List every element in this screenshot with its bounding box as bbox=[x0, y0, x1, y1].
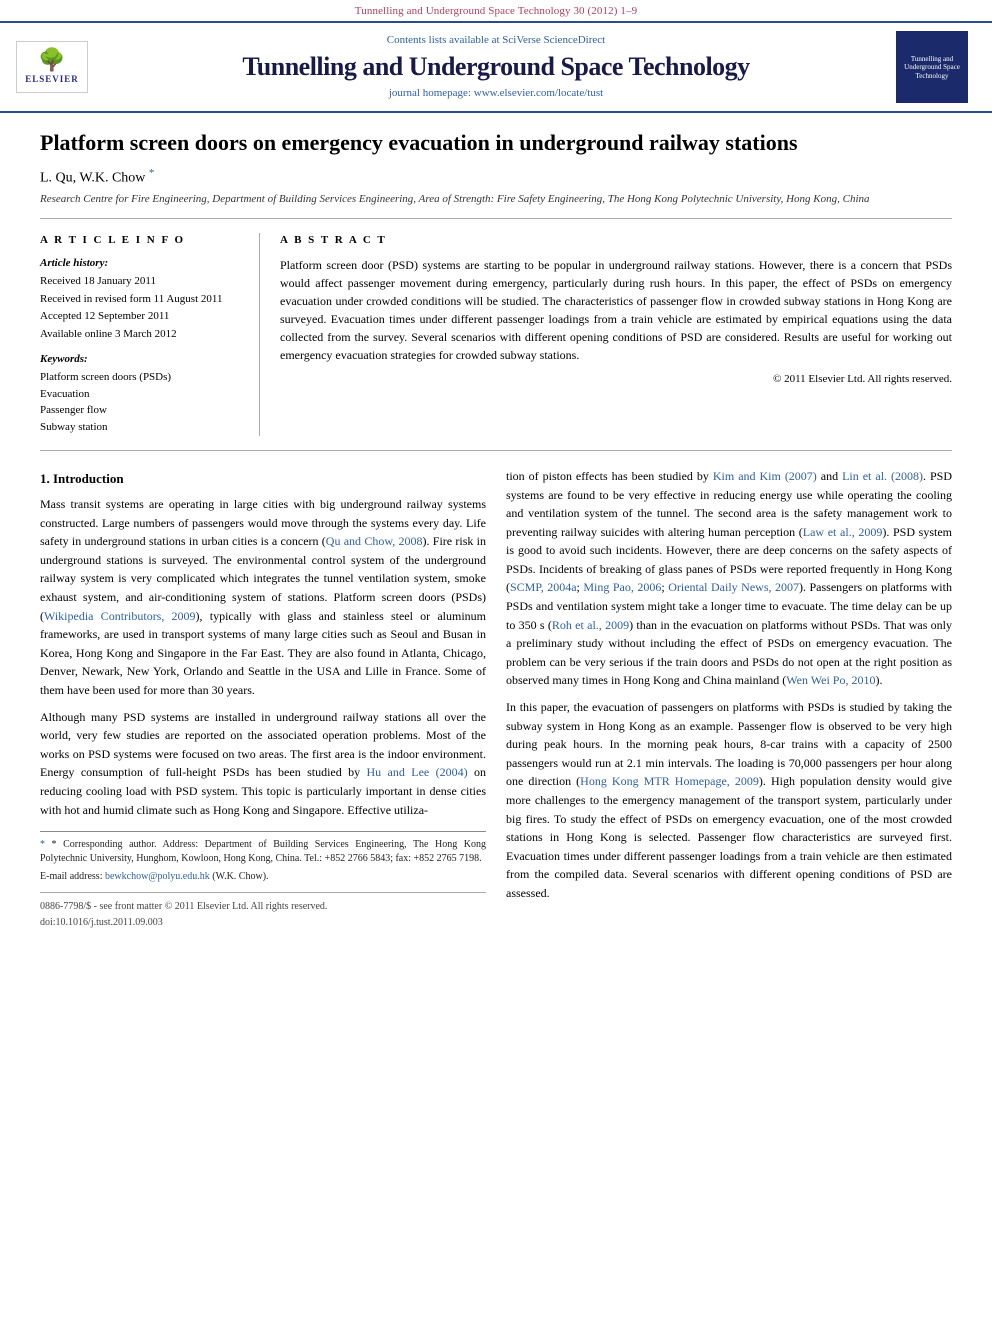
sciverse-link[interactable]: SciVerse ScienceDirect bbox=[502, 34, 605, 46]
abstract-text: Platform screen door (PSD) systems are s… bbox=[280, 256, 952, 364]
article-title: Platform screen doors on emergency evacu… bbox=[40, 129, 952, 158]
footnote-email-link[interactable]: bewkchow@polyu.edu.hk bbox=[105, 871, 210, 882]
section1-para2: Although many PSD systems are installed … bbox=[40, 708, 486, 820]
ref-scmp-2004[interactable]: SCMP, 2004a bbox=[510, 580, 577, 594]
footnote-star: * * Corresponding author. Address: Depar… bbox=[40, 838, 486, 866]
authors-line: L. Qu, W.K. Chow * bbox=[40, 166, 952, 188]
info-abstract-section: A R T I C L E I N F O Article history: R… bbox=[40, 233, 952, 451]
journal-title: Tunnelling and Underground Space Technol… bbox=[108, 51, 884, 82]
authors-text: L. Qu, W.K. Chow bbox=[40, 171, 145, 186]
ref-law-2009[interactable]: Law et al., 2009 bbox=[803, 525, 883, 539]
ref-hu-lee-2004[interactable]: Hu and Lee (2004) bbox=[367, 765, 468, 779]
journal-cover-image: Tunnelling and Underground Space Technol… bbox=[896, 31, 968, 103]
issn-line: 0886-7798/$ - see front matter © 2011 El… bbox=[40, 899, 486, 915]
journal-homepage: journal homepage: www.elsevier.com/locat… bbox=[108, 86, 884, 101]
article-info-panel: A R T I C L E I N F O Article history: R… bbox=[40, 233, 260, 436]
keywords-section: Keywords: Platform screen doors (PSDs) E… bbox=[40, 352, 245, 435]
article-info-heading: A R T I C L E I N F O bbox=[40, 233, 245, 248]
keyword-3: Passenger flow bbox=[40, 403, 245, 418]
date-received: Received 18 January 2011 bbox=[40, 274, 245, 289]
ref-hkmtr-2009[interactable]: Hong Kong MTR Homepage, 2009 bbox=[580, 774, 759, 788]
bottom-bar: 0886-7798/$ - see front matter © 2011 El… bbox=[40, 892, 486, 930]
top-banner: Tunnelling and Underground Space Technol… bbox=[0, 0, 992, 21]
keywords-label: Keywords: bbox=[40, 352, 245, 367]
footnote-email: E-mail address: bewkchow@polyu.edu.hk (W… bbox=[40, 870, 486, 884]
section1-para1: Mass transit systems are operating in la… bbox=[40, 495, 486, 700]
homepage-url[interactable]: www.elsevier.com/locate/tust bbox=[474, 87, 603, 99]
elsevier-wordmark: ELSEVIER bbox=[25, 73, 79, 86]
abstract-panel: A B S T R A C T Platform screen door (PS… bbox=[280, 233, 952, 436]
abstract-heading: A B S T R A C T bbox=[280, 233, 952, 248]
date-accepted: Accepted 12 September 2011 bbox=[40, 309, 245, 324]
ref-oriental-2007[interactable]: Oriental Daily News, 2007 bbox=[668, 580, 799, 594]
footnotes: * * Corresponding author. Address: Depar… bbox=[40, 831, 486, 884]
doi-line: doi:10.1016/j.tust.2011.09.003 bbox=[40, 915, 486, 931]
right-para1: tion of piston effects has been studied … bbox=[506, 467, 952, 690]
ref-roh-2009[interactable]: Roh et al., 2009 bbox=[552, 618, 629, 632]
body-section: 1. Introduction Mass transit systems are… bbox=[40, 467, 952, 930]
ref-lin-2008[interactable]: Lin et al. (2008) bbox=[842, 469, 923, 483]
main-content: Platform screen doors on emergency evacu… bbox=[0, 113, 992, 954]
right-para2: In this paper, the evacuation of passeng… bbox=[506, 698, 952, 903]
ref-qu-chow-2008[interactable]: Qu and Chow, 2008 bbox=[326, 534, 423, 548]
section1-heading: 1. Introduction bbox=[40, 469, 486, 489]
body-left-col: 1. Introduction Mass transit systems are… bbox=[40, 467, 486, 930]
ref-mingpao-2006[interactable]: Ming Pao, 2006 bbox=[583, 580, 661, 594]
elsevier-tree-icon: 🌳 bbox=[38, 49, 65, 71]
journal-header-center: Contents lists available at SciVerse Sci… bbox=[108, 33, 884, 102]
ref-kim-kim-2007[interactable]: Kim and Kim (2007) bbox=[713, 469, 817, 483]
journal-citation: Tunnelling and Underground Space Technol… bbox=[355, 5, 637, 17]
ref-wenweiPo-2010[interactable]: Wen Wei Po, 2010 bbox=[786, 673, 875, 687]
affiliation: Research Centre for Fire Engineering, De… bbox=[40, 192, 952, 218]
date-online: Available online 3 March 2012 bbox=[40, 327, 245, 342]
keyword-4: Subway station bbox=[40, 420, 245, 435]
keyword-1: Platform screen doors (PSDs) bbox=[40, 370, 245, 385]
sciverse-line: Contents lists available at SciVerse Sci… bbox=[108, 33, 884, 48]
journal-cover-area: Tunnelling and Underground Space Technol… bbox=[896, 31, 976, 103]
keyword-2: Evacuation bbox=[40, 387, 245, 402]
date-revised: Received in revised form 11 August 2011 bbox=[40, 292, 245, 307]
body-right-col: tion of piston effects has been studied … bbox=[506, 467, 952, 930]
copyright-notice: © 2011 Elsevier Ltd. All rights reserved… bbox=[280, 372, 952, 387]
journal-header: 🌳 ELSEVIER Contents lists available at S… bbox=[0, 21, 992, 113]
elsevier-logo-area: 🌳 ELSEVIER bbox=[16, 41, 96, 93]
history-label: Article history: bbox=[40, 256, 245, 271]
ref-wikipedia-2009[interactable]: Wikipedia Contributors, 2009 bbox=[44, 609, 196, 623]
author-star: * bbox=[149, 167, 155, 179]
